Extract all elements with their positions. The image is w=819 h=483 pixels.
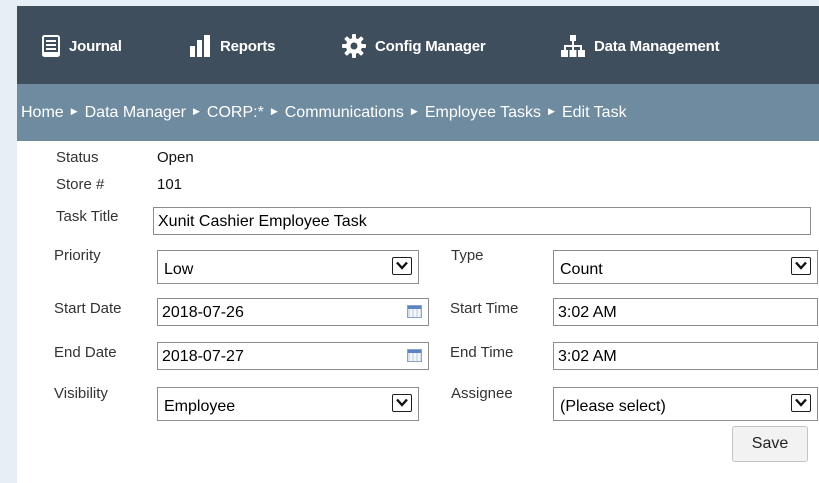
breadcrumb-communications[interactable]: Communications bbox=[285, 104, 404, 122]
end-time-input[interactable]: 3:02 AM bbox=[553, 342, 818, 370]
nav-reports-label: Reports bbox=[220, 37, 276, 55]
breadcrumb: Home ▶ Data Manager ▶ CORP:* ▶ Communica… bbox=[17, 84, 819, 141]
end-date-label: End Date bbox=[54, 344, 117, 361]
type-selected-value: Count bbox=[560, 261, 603, 278]
breadcrumb-separator: ▶ bbox=[70, 106, 78, 116]
breadcrumb-separator: ▶ bbox=[193, 106, 200, 116]
sitemap-icon bbox=[561, 35, 585, 57]
save-button[interactable]: Save bbox=[732, 426, 808, 462]
store-value: 101 bbox=[157, 176, 183, 193]
calendar-icon[interactable] bbox=[407, 305, 422, 318]
nav-config-manager[interactable]: Config Manager bbox=[342, 34, 486, 58]
type-select[interactable]: Count bbox=[553, 250, 818, 284]
task-title-input[interactable]: Xunit Cashier Employee Task bbox=[153, 207, 811, 235]
start-time-input[interactable]: 3:02 AM bbox=[553, 298, 818, 326]
visibility-select[interactable]: Employee bbox=[157, 387, 419, 421]
priority-selected-value: Low bbox=[164, 261, 194, 278]
status-label: Status bbox=[56, 149, 99, 166]
end-time-label: End Time bbox=[450, 344, 514, 361]
type-label: Type bbox=[451, 247, 484, 264]
nav-journal-label: Journal bbox=[69, 37, 122, 55]
assignee-selected-value: (Please select) bbox=[560, 398, 666, 415]
breadcrumb-employee-tasks[interactable]: Employee Tasks bbox=[425, 104, 541, 122]
nav-data-management-label: Data Management bbox=[594, 37, 720, 55]
start-date-input[interactable]: 2018-07-26 bbox=[157, 298, 429, 326]
chevron-down-icon bbox=[791, 394, 811, 412]
end-date-value: 2018-07-27 bbox=[162, 348, 244, 365]
chevron-down-icon bbox=[392, 257, 412, 275]
gear-icon bbox=[342, 34, 366, 58]
end-date-input[interactable]: 2018-07-27 bbox=[157, 342, 429, 370]
breadcrumb-edit-task: Edit Task bbox=[561, 103, 627, 121]
nav-journal[interactable]: Journal bbox=[42, 34, 122, 58]
assignee-label: Assignee bbox=[451, 385, 513, 402]
breadcrumb-corp[interactable]: CORP:* bbox=[207, 104, 264, 122]
calendar-icon[interactable] bbox=[407, 349, 422, 362]
visibility-label: Visibility bbox=[54, 385, 108, 402]
nav-reports[interactable]: Reports bbox=[189, 34, 275, 58]
task-title-label: Task Title bbox=[56, 208, 119, 225]
status-value: Open bbox=[157, 149, 194, 166]
start-date-value: 2018-07-26 bbox=[162, 304, 244, 321]
nav-config-manager-label: Config Manager bbox=[375, 37, 486, 55]
breadcrumb-separator: ▶ bbox=[410, 106, 418, 116]
priority-label: Priority bbox=[54, 247, 101, 264]
store-label: Store # bbox=[56, 176, 105, 193]
priority-select[interactable]: Low bbox=[157, 250, 419, 284]
breadcrumb-home[interactable]: Home bbox=[21, 104, 64, 122]
start-date-label: Start Date bbox=[54, 300, 122, 317]
journal-icon bbox=[42, 35, 60, 57]
edit-task-form: Status Open Store # 101 Task Title Xunit… bbox=[17, 141, 819, 483]
start-time-label: Start Time bbox=[450, 300, 519, 317]
breadcrumb-data-manager[interactable]: Data Manager bbox=[85, 104, 186, 122]
breadcrumb-separator: ▶ bbox=[548, 106, 555, 116]
top-nav-bar: Journal Reports Config Manager Data Mana… bbox=[17, 6, 819, 84]
bar-chart-icon bbox=[190, 35, 210, 57]
visibility-selected-value: Employee bbox=[164, 398, 236, 415]
chevron-down-icon bbox=[392, 394, 412, 412]
breadcrumb-separator: ▶ bbox=[270, 106, 278, 116]
chevron-down-icon bbox=[791, 257, 811, 275]
nav-data-management[interactable]: Data Management bbox=[561, 34, 720, 58]
assignee-select[interactable]: (Please select) bbox=[553, 387, 818, 421]
